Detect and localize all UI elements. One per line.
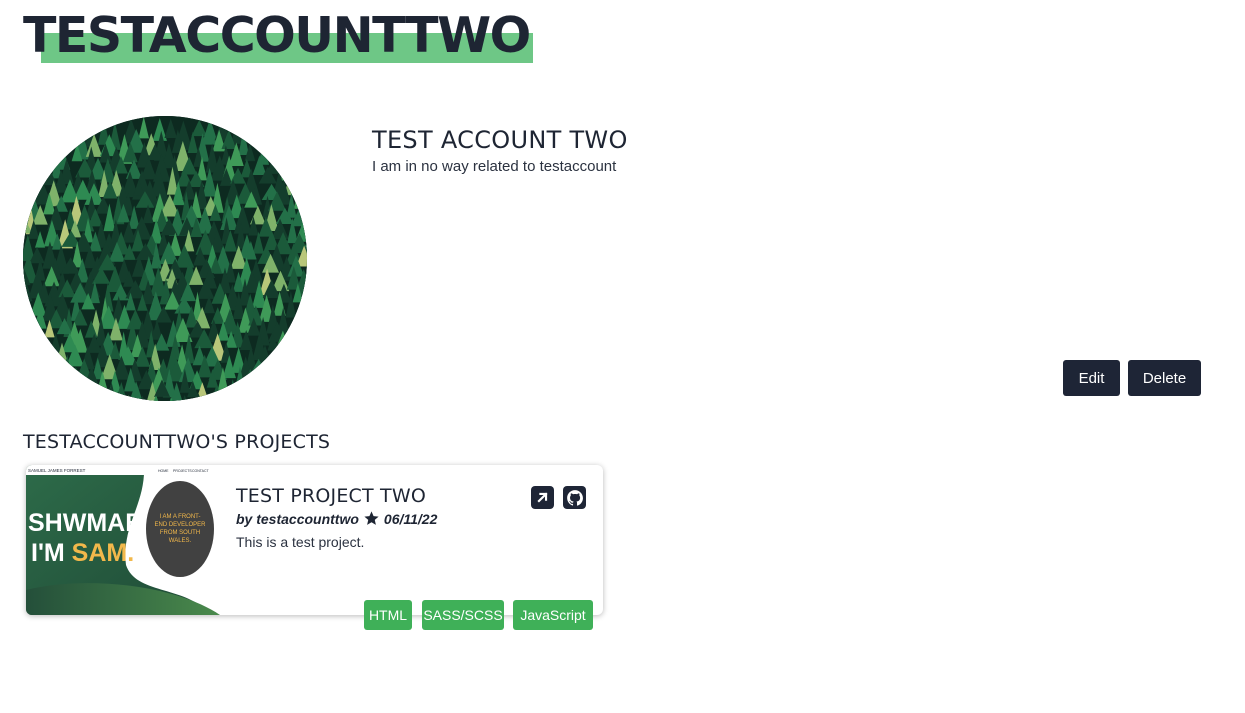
project-description: This is a test project.	[236, 534, 365, 550]
project-screenshot-image: SAMUEL JAMES FORREST HOME PROJECTS CONTA…	[26, 465, 220, 615]
project-live-link-button[interactable]	[531, 486, 554, 509]
tech-tag-sass: SASS/SCSS	[422, 600, 504, 630]
thumb-circle-line1: I AM A FRONT-	[159, 514, 200, 520]
thumb-nav-projects: PROJECTS	[173, 469, 192, 473]
profile-avatar	[23, 116, 307, 401]
thumb-hero-im: I'M	[31, 539, 72, 567]
thumb-hero-line1: SHWMAE,	[28, 509, 149, 537]
project-repo-button[interactable]	[563, 486, 586, 509]
delete-profile-button[interactable]: Delete	[1128, 360, 1201, 396]
github-icon	[566, 489, 583, 506]
project-meta: by testaccounttwo 06/11/22	[236, 510, 437, 527]
project-title: TEST PROJECT TWO	[236, 485, 426, 507]
profile-info: TEST ACCOUNT TWO I am in no way related …	[372, 126, 628, 175]
profile-name: TEST ACCOUNT TWO	[372, 126, 628, 154]
edit-profile-button[interactable]: Edit	[1063, 360, 1120, 396]
page-title: TESTACCOUNTTWO	[23, 7, 531, 64]
star-icon	[364, 511, 379, 525]
thumb-hero-sam: SAM.	[72, 539, 135, 567]
thumb-nav-home: HOME	[158, 469, 169, 473]
page-header: TESTACCOUNTTWO	[23, 6, 533, 66]
tech-tag-html: HTML	[364, 600, 412, 630]
external-link-icon	[537, 492, 548, 503]
thumb-site-name: SAMUEL JAMES FORREST	[28, 468, 86, 473]
project-date: 06/11/22	[383, 510, 438, 527]
profile-bio: I am in no way related to testaccount	[372, 158, 617, 175]
svg-text:I'M SAM.: I'M SAM.	[31, 539, 134, 567]
project-author: by testaccounttwo	[236, 510, 359, 527]
tech-tag-javascript: JavaScript	[513, 600, 593, 630]
forest-avatar-image	[23, 116, 307, 401]
projects-heading: TESTACCOUNTTWO'S PROJECTS	[23, 431, 331, 453]
thumb-circle-line2: END DEVELOPER	[154, 522, 206, 528]
project-card[interactable]: SAMUEL JAMES FORREST HOME PROJECTS CONTA…	[26, 465, 603, 630]
thumb-circle-line4: WALES.	[169, 538, 192, 544]
project-thumbnail: SAMUEL JAMES FORREST HOME PROJECTS CONTA…	[26, 465, 220, 615]
thumb-circle-line3: FROM SOUTH	[160, 530, 200, 536]
thumb-nav-contact: CONTACT	[192, 469, 210, 473]
